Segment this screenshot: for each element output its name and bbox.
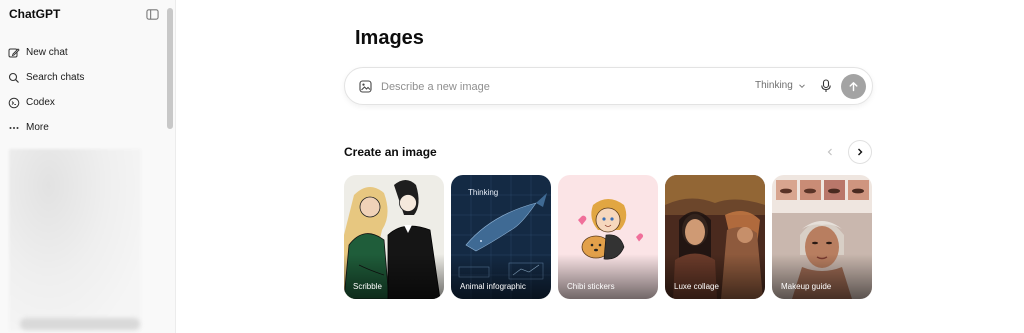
edit-icon bbox=[8, 47, 20, 59]
card-shade bbox=[451, 254, 551, 299]
codex-icon bbox=[8, 97, 20, 109]
card-chibi-stickers[interactable]: Chibi stickers bbox=[558, 175, 658, 299]
chat-history-blurred bbox=[9, 149, 141, 331]
card-scribble[interactable]: Scribble bbox=[344, 175, 444, 299]
card-overlay-text: Thinking bbox=[468, 188, 499, 197]
sidebar-scrollbar[interactable] bbox=[167, 8, 173, 129]
card-animal-infographic[interactable]: Thinking Animal infographic bbox=[451, 175, 551, 299]
card-shade bbox=[558, 254, 658, 299]
carousel-prev-button[interactable] bbox=[818, 140, 842, 164]
card-label: Luxe collage bbox=[674, 282, 719, 291]
search-icon bbox=[8, 72, 20, 84]
image-upload-icon[interactable] bbox=[359, 80, 372, 93]
card-shade bbox=[344, 254, 444, 299]
sidebar-item-label: New chat bbox=[26, 47, 68, 58]
sidebar-item-codex[interactable]: Codex bbox=[8, 90, 163, 115]
sidebar-item-label: Codex bbox=[26, 97, 55, 108]
page-title: Images bbox=[355, 27, 424, 49]
card-shade bbox=[665, 254, 765, 299]
image-style-cards: Scribble Thinking Animal infographic Chi… bbox=[344, 175, 872, 299]
carousel-next-button[interactable] bbox=[848, 140, 872, 164]
card-makeup-guide[interactable]: Makeup guide bbox=[772, 175, 872, 299]
model-selector[interactable]: Thinking bbox=[755, 80, 806, 91]
card-shade bbox=[772, 254, 872, 299]
brand-title: ChatGPT bbox=[9, 7, 61, 21]
more-icon bbox=[8, 122, 20, 134]
card-label: Animal infographic bbox=[460, 282, 526, 291]
sidebar-item-label: Search chats bbox=[26, 72, 85, 83]
sidebar-toggle-icon[interactable] bbox=[146, 8, 159, 21]
card-luxe-collage[interactable]: Luxe collage bbox=[665, 175, 765, 299]
sidebar-item-new-chat[interactable]: New chat bbox=[8, 40, 163, 65]
model-selector-label: Thinking bbox=[755, 80, 793, 91]
microphone-icon[interactable] bbox=[820, 79, 832, 93]
prompt-input[interactable] bbox=[381, 78, 761, 96]
image-composer: Thinking bbox=[344, 67, 873, 105]
card-label: Scribble bbox=[353, 282, 382, 291]
sidebar-header: ChatGPT bbox=[9, 6, 159, 22]
sidebar-item-search-chats[interactable]: Search chats bbox=[8, 65, 163, 90]
sidebar-item-more[interactable]: More bbox=[8, 115, 163, 140]
chevron-down-icon bbox=[798, 83, 805, 88]
chevron-right-icon bbox=[858, 148, 863, 156]
sidebar-item-label: More bbox=[26, 122, 49, 133]
arrow-up-icon bbox=[849, 82, 858, 92]
sidebar-nav: New chat Search chats Codex More bbox=[8, 40, 163, 140]
card-label: Chibi stickers bbox=[567, 282, 615, 291]
card-label: Makeup guide bbox=[781, 282, 832, 291]
user-profile-blurred bbox=[20, 318, 140, 330]
section-title: Create an image bbox=[344, 145, 437, 159]
send-button[interactable] bbox=[841, 74, 866, 99]
chevron-left-icon bbox=[827, 148, 832, 156]
sidebar: ChatGPT New chat Search chats Codex More bbox=[0, 0, 176, 333]
